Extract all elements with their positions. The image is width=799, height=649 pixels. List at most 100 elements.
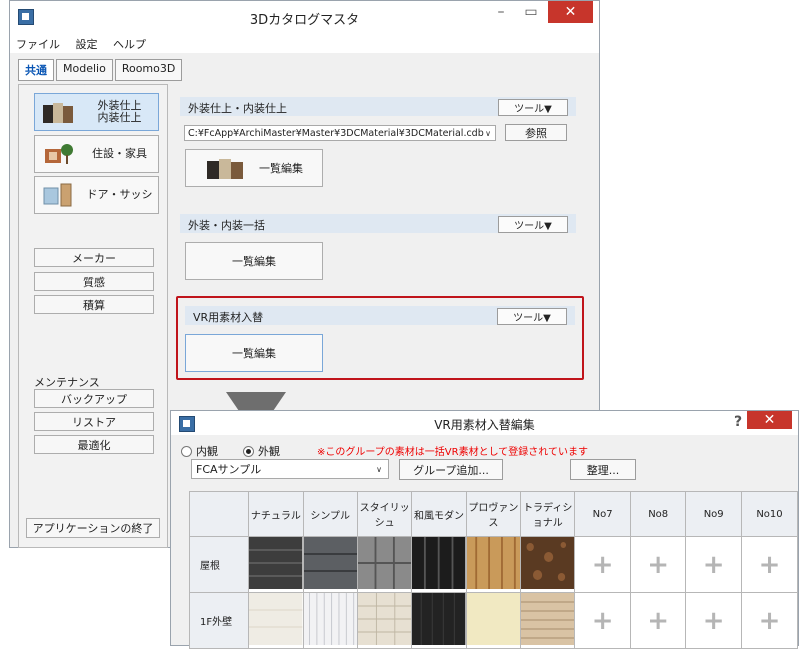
chevron-down-icon[interactable]: ∨	[485, 126, 491, 140]
menu-bar: ファイル 設定 ヘルプ	[10, 33, 599, 53]
path-value: C:¥FcApp¥ArchiMaster¥Master¥3DCMaterial¥…	[188, 128, 484, 139]
organize-button[interactable]: 整理...	[570, 459, 636, 480]
category-door-sash-button[interactable]: ドア・サッシ	[34, 176, 159, 214]
empty-cell[interactable]: +	[574, 592, 631, 649]
empty-cell[interactable]: +	[574, 536, 631, 593]
table-row: 屋根 + + + +	[188, 536, 799, 593]
wall-material-icon	[207, 159, 243, 179]
column-header[interactable]: No7	[574, 491, 631, 537]
menu-settings[interactable]: 設定	[70, 33, 104, 52]
tab-roomo3d[interactable]: Roomo3D	[114, 59, 183, 81]
empty-cell[interactable]: +	[740, 592, 799, 649]
add-icon: +	[758, 549, 781, 580]
vr-material-dialog: VR用素材入替編集 ? ✕ 内観 外観 ※このグループの素材は一括VR素材として…	[170, 410, 799, 649]
menu-file[interactable]: ファイル	[10, 33, 66, 52]
slate-texture	[303, 537, 357, 589]
edit-label: 一覧編集	[259, 162, 303, 175]
column-header[interactable]: No8	[629, 491, 687, 537]
estimate-button[interactable]: 積算	[34, 295, 154, 314]
add-icon: +	[702, 605, 725, 636]
material-cell[interactable]	[302, 592, 358, 649]
empty-cell[interactable]: +	[629, 536, 687, 593]
category-exterior-interior-button[interactable]: 外装仕上 内装仕上	[34, 93, 159, 131]
column-header[interactable]: No9	[685, 491, 742, 537]
terracotta-texture	[466, 537, 521, 589]
category-label: 住設・家具	[92, 147, 147, 160]
material-cell[interactable]	[465, 536, 522, 593]
menu-help[interactable]: ヘルプ	[107, 33, 152, 52]
backup-button[interactable]: バックアップ	[34, 389, 154, 408]
close-icon[interactable]: ✕	[747, 411, 792, 429]
grid-corner	[188, 491, 250, 537]
tab-strip: 共通 Modelio Roomo3D	[18, 59, 184, 81]
material-cell[interactable]	[465, 592, 522, 649]
database-path-combo[interactable]: C:¥FcApp¥ArchiMaster¥Master¥3DCMaterial¥…	[184, 125, 496, 141]
column-header[interactable]: スタイリッシュ	[356, 491, 413, 537]
chevron-down-icon[interactable]: ∨	[376, 460, 382, 479]
column-header[interactable]: ナチュラル	[248, 491, 304, 537]
add-group-button[interactable]: グループ追加...	[399, 459, 503, 480]
material-cell[interactable]	[411, 592, 467, 649]
material-cell[interactable]	[356, 592, 413, 649]
beige-tile-texture	[357, 593, 412, 645]
tab-common[interactable]: 共通	[18, 59, 54, 81]
dialog-title: VR用素材入替編集	[434, 418, 535, 432]
metal-panel-texture	[357, 537, 412, 589]
column-header[interactable]: No10	[740, 491, 799, 537]
material-cell[interactable]	[302, 536, 358, 593]
empty-cell[interactable]: +	[740, 536, 799, 593]
add-icon: +	[591, 549, 614, 580]
tool-dropdown-button[interactable]: ツール▼	[498, 216, 568, 233]
column-header[interactable]: プロヴァンス	[465, 491, 522, 537]
browse-button[interactable]: 参照	[505, 124, 567, 141]
minimize-icon[interactable]: –	[487, 1, 515, 23]
grid-header-row: ナチュラル シンプル スタイリッシュ 和風モダン プロヴァンス トラディショナル…	[188, 491, 799, 537]
brick-texture	[521, 593, 575, 645]
category-equipment-furniture-button[interactable]: 住設・家具	[34, 135, 159, 173]
category-label: ドア・サッシ	[86, 188, 153, 201]
optimize-button[interactable]: 最適化	[34, 435, 154, 454]
group-value: FCAサンプル	[196, 463, 262, 476]
empty-cell[interactable]: +	[685, 536, 742, 593]
wall-material-icon	[43, 103, 73, 123]
empty-cell[interactable]: +	[629, 592, 687, 649]
add-icon: +	[702, 549, 725, 580]
dialog-title-bar: VR用素材入替編集 ? ✕	[171, 411, 798, 435]
material-cell[interactable]	[356, 536, 413, 593]
maintenance-label: メンテナンス	[34, 376, 100, 389]
tool-dropdown-button[interactable]: ツール▼	[498, 99, 568, 116]
material-cell[interactable]	[520, 592, 576, 649]
column-header[interactable]: トラディショナル	[520, 491, 576, 537]
material-cell[interactable]	[248, 592, 304, 649]
bulk-list-edit-button[interactable]: 一覧編集	[185, 242, 323, 280]
dark-wood-texture	[412, 593, 466, 645]
maker-button[interactable]: メーカー	[34, 248, 154, 267]
section-title: 外装仕上・内装仕上	[188, 102, 287, 115]
row-header: 屋根	[188, 536, 250, 593]
empty-cell[interactable]: +	[685, 592, 742, 649]
finish-list-edit-button[interactable]: 一覧編集	[185, 149, 323, 187]
highlight-frame	[176, 296, 584, 380]
door-window-icon	[43, 183, 72, 207]
material-cell[interactable]	[411, 536, 467, 593]
category-label: 外装仕上 内装仕上	[97, 99, 142, 124]
material-cell[interactable]	[520, 536, 576, 593]
add-icon: +	[647, 549, 670, 580]
close-icon[interactable]: ✕	[548, 1, 593, 23]
exit-app-button[interactable]: アプリケーションの終了	[26, 518, 160, 538]
kawara-tile-texture	[412, 537, 466, 589]
texture-button[interactable]: 質感	[34, 272, 154, 291]
restore-button[interactable]: リストア	[34, 412, 154, 431]
radio-exterior[interactable]: 外観	[243, 443, 280, 459]
maximize-icon[interactable]: ▭	[517, 1, 545, 23]
group-select[interactable]: FCAサンプル ∨	[191, 459, 389, 479]
column-header[interactable]: シンプル	[302, 491, 358, 537]
add-icon: +	[647, 605, 670, 636]
material-grid: ナチュラル シンプル スタイリッシュ 和風モダン プロヴァンス トラディショナル…	[188, 491, 799, 649]
material-cell[interactable]	[248, 536, 304, 593]
cream-plaster-texture	[466, 593, 521, 645]
roof-tile-texture	[249, 537, 303, 589]
column-header[interactable]: 和風モダン	[411, 491, 467, 537]
radio-interior[interactable]: 内観	[181, 443, 218, 459]
tab-modelio[interactable]: Modelio	[56, 59, 113, 81]
